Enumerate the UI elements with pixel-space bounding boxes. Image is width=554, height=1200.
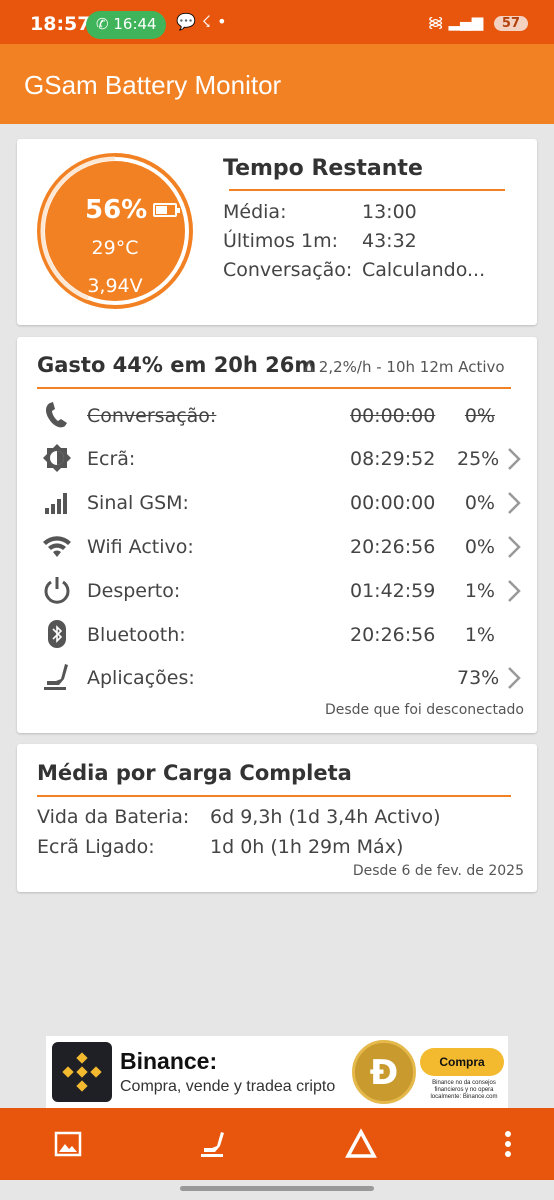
full-charge-title: Média por Carga Completa [37, 761, 352, 785]
chevron-right-icon[interactable] [505, 534, 523, 560]
ad-banner[interactable]: Binance: Compra, vende y tradea cripto Ð… [46, 1036, 508, 1108]
chevron-right-icon[interactable] [505, 446, 523, 472]
divider [37, 795, 511, 797]
battery-life-label: Vida da Bateria: [37, 806, 190, 828]
usage-row-screen[interactable]: Ecrã: 08:29:52 25% [17, 442, 537, 482]
app-title: GSam Battery Monitor [24, 70, 282, 100]
usage-percent: 1% [464, 580, 495, 602]
ad-disclaimer: Binance no da consejos financieros y no … [430, 1080, 498, 1100]
ad-title: Binance: [120, 1048, 218, 1074]
ongoing-call-chip[interactable]: ✆ 16:44 [86, 11, 166, 39]
screen-brightness-icon [43, 444, 71, 472]
usage-row-awake[interactable]: Desperto: 01:42:59 1% [17, 574, 537, 614]
call-duration: 16:44 [113, 15, 157, 33]
bottom-toolbar [0, 1108, 554, 1180]
battery-life-value: 6d 9,3h (1d 3,4h Activo) [210, 806, 441, 828]
time-remaining-title: Tempo Restante [223, 156, 423, 181]
usage-percent: 25% [457, 448, 500, 470]
talk-value: Calculando... [362, 259, 486, 281]
divider [37, 387, 511, 389]
usage-label: Desperto: [87, 580, 181, 602]
average-value: 13:00 [362, 201, 417, 223]
usage-percent: 1% [464, 624, 495, 646]
bluetooth-icon [48, 620, 66, 648]
more-vert-icon[interactable] [490, 1126, 526, 1162]
usage-label: Bluetooth: [87, 624, 186, 646]
image-icon[interactable] [50, 1126, 86, 1162]
usage-row-apps[interactable]: Aplicações: 73% [17, 661, 537, 701]
last-1m-label: Últimos 1m: [223, 230, 338, 252]
divider [229, 189, 505, 191]
app-bar: GSam Battery Monitor [0, 44, 554, 124]
wifi-icon [43, 536, 71, 557]
average-label: Média: [223, 201, 287, 223]
battery-percent: 56% [85, 195, 148, 225]
usage-percent: 0% [464, 492, 495, 514]
summary-card[interactable]: 56% 29°C 3,94V Tempo Restante Média: 13:… [17, 139, 537, 325]
full-charge-footer: Desde 6 de fev. de 2025 [352, 863, 524, 879]
chat-bubble-icon: 💬 [176, 12, 202, 31]
battery-voltage: 3,94V [87, 275, 143, 297]
usage-time: 20:26:56 [350, 536, 436, 558]
battery-temperature: 29°C [91, 237, 139, 259]
usage-percent: 0% [464, 405, 495, 427]
ad-buy-button[interactable]: Compra [420, 1048, 504, 1076]
chevron-right-icon[interactable] [505, 578, 523, 604]
usage-label: Aplicações: [87, 667, 195, 689]
usage-label: Sinal GSM: [87, 492, 189, 514]
dogecoin-icon: Ð [352, 1040, 416, 1104]
ad-subtitle: Compra, vende y tradea cripto [120, 1078, 336, 1095]
usage-row-wifi[interactable]: Wifi Activo: 20:26:56 0% [17, 530, 537, 570]
usage-row-bluetooth: Bluetooth: 20:26:56 1% [17, 618, 537, 658]
usage-footer: Desde que foi desconectado [324, 702, 524, 718]
phone-icon [46, 402, 67, 428]
chevron-right-icon[interactable] [505, 490, 523, 516]
usage-row-gsm[interactable]: Sinal GSM: 00:00:00 0% [17, 486, 537, 526]
usage-row-talk: Conversação: 00:00:00 0% [17, 399, 537, 439]
notification-icons: 💬☇• [176, 12, 233, 31]
binance-logo-icon [52, 1042, 112, 1102]
chevron-right-icon[interactable] [505, 665, 523, 691]
phone-icon: ✆ [96, 15, 109, 33]
usage-label: Wifi Activo: [87, 536, 194, 558]
signal-icon: ▂▄▆ [448, 13, 484, 31]
apps-icon[interactable] [196, 1126, 232, 1162]
delta-icon[interactable] [343, 1126, 379, 1162]
usage-label: Conversação: [87, 405, 217, 427]
usage-time: 20:26:56 [350, 624, 436, 646]
usage-time: 00:00:00 [350, 405, 436, 427]
screen-on-label: Ecrã Ligado: [37, 836, 155, 858]
cell-signal-icon [45, 493, 67, 514]
battery-indicator: 57 [493, 16, 528, 31]
full-charge-card: Média por Carga Completa Vida da Bateria… [17, 744, 537, 892]
usage-label: Ecrã: [87, 448, 136, 470]
usage-title: Gasto 44% em 20h 26m [37, 353, 317, 377]
talk-label: Conversação: [223, 259, 353, 281]
screen-on-value: 1d 0h (1h 29m Máx) [210, 836, 404, 858]
usage-time: 00:00:00 [350, 492, 436, 514]
usage-time: 01:42:59 [350, 580, 436, 602]
usage-card: Gasto 44% em 20h 26m ∆ 2,2%/h - 10h 12m … [17, 337, 537, 733]
clock: 18:57 [30, 13, 91, 35]
gesture-nav-handle[interactable] [180, 1186, 374, 1191]
battery-icon [153, 203, 180, 217]
last-1m-value: 43:32 [362, 230, 417, 252]
battery-gauge: 56% 29°C 3,94V [35, 151, 195, 311]
usage-percent: 0% [464, 536, 495, 558]
status-bar: 18:57 ✆ 16:44 💬☇• ᯼ ▂▄▆ 57 [0, 0, 554, 44]
usage-rate: ∆ 2,2%/h - 10h 12m Activo [304, 358, 505, 376]
apps-icon [44, 664, 68, 690]
binance-diamond-icon [62, 1052, 102, 1092]
system-indicators: ᯼ ▂▄▆ 57 [428, 12, 528, 32]
usage-time: 08:29:52 [350, 448, 436, 470]
usage-percent: 73% [457, 667, 500, 689]
missed-call-icon: ☇ [201, 12, 218, 31]
dot-icon: • [217, 12, 233, 31]
power-icon [44, 577, 70, 604]
wifi-icon: ᯼ [427, 13, 444, 31]
